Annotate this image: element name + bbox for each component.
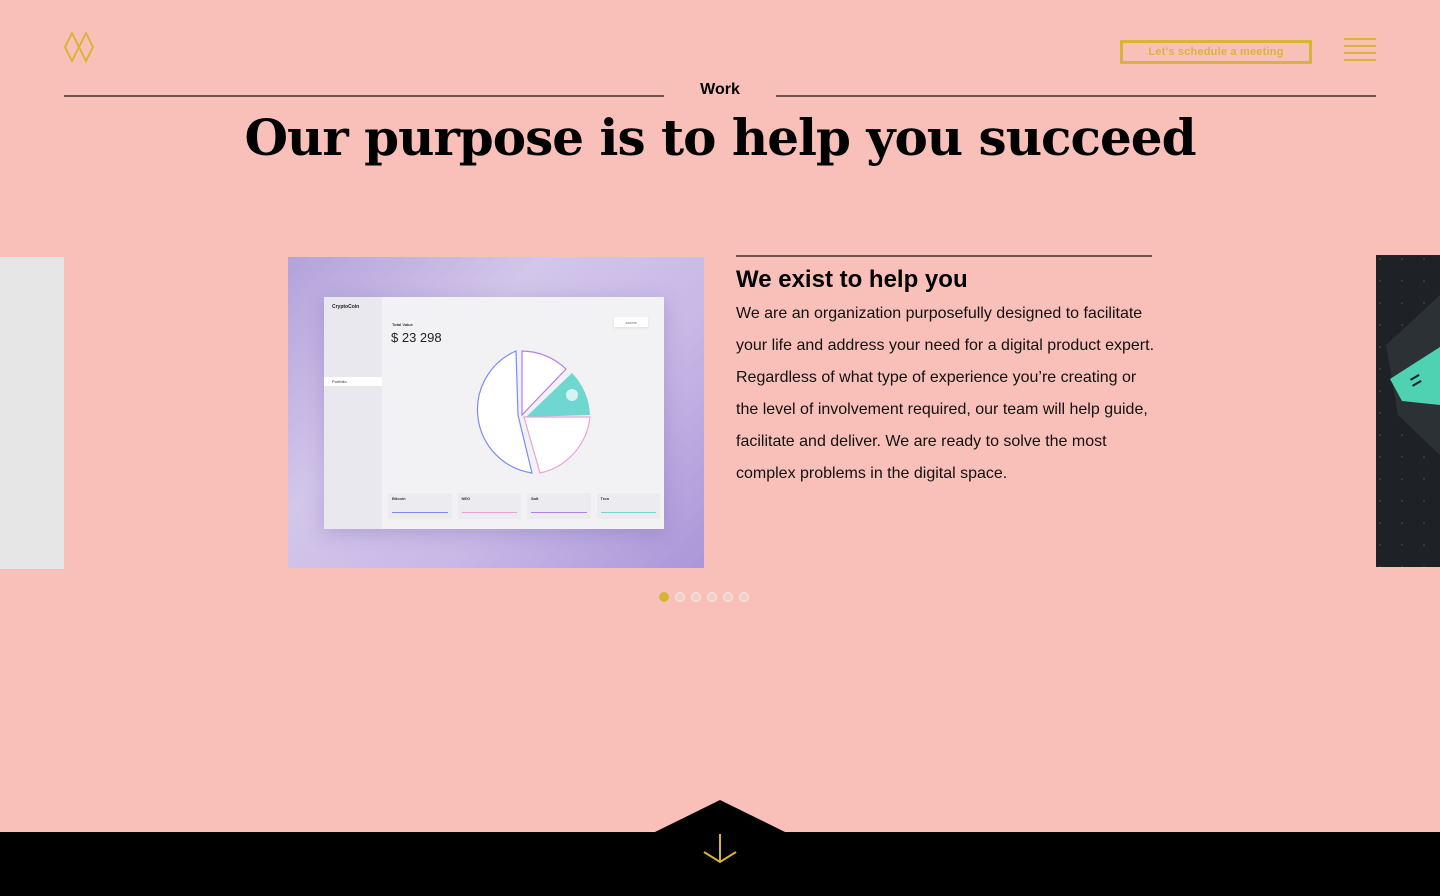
total-value-label: Total Value (392, 322, 413, 327)
ticker-card: Tron (596, 493, 660, 519)
scroll-tab (655, 800, 785, 832)
carousel-dot[interactable] (707, 592, 717, 602)
app-nav-item: Portfolio (324, 377, 382, 386)
carousel-dot[interactable] (739, 592, 749, 602)
project-title: We exist to help you (736, 266, 968, 293)
page-title: Our purpose is to help you succeed (244, 108, 1196, 167)
assets-select: assets (614, 317, 648, 327)
carousel-dot[interactable] (675, 592, 685, 602)
description-divider (736, 255, 1152, 257)
app-sidebar: CryptoCoin Portfolio (324, 297, 382, 529)
hamburger-menu-icon[interactable] (1344, 38, 1376, 66)
carousel-pagination (659, 592, 749, 602)
arrow-down-icon[interactable] (702, 832, 738, 866)
project-description: We are an organization purposefully desi… (736, 305, 1155, 482)
carousel-dot[interactable] (691, 592, 701, 602)
carousel-dot[interactable] (659, 592, 669, 602)
divider-left (64, 95, 664, 97)
project-screenshot: CryptoCoin Portfolio Total Value $ 23 29… (288, 257, 704, 568)
carousel-dot[interactable] (723, 592, 733, 602)
section-label: Work (700, 81, 740, 98)
next-slide-card[interactable] (1376, 255, 1440, 567)
schedule-meeting-button[interactable]: Let's schedule a meeting (1120, 40, 1312, 64)
logo-icon[interactable] (64, 32, 94, 64)
ticker-row: Bitcoin NEO Salt Tron (388, 493, 660, 519)
app-mockup: CryptoCoin Portfolio Total Value $ 23 29… (324, 297, 664, 529)
previous-slide-card[interactable] (0, 257, 64, 569)
ticker-card: NEO (457, 493, 521, 519)
ticker-card: Salt (527, 493, 591, 519)
ticker-card: Bitcoin (388, 493, 452, 519)
divider-right (776, 95, 1376, 97)
phone-mockup-graphic (1376, 255, 1440, 567)
pie-chart-graphic (476, 350, 591, 474)
app-brand: CryptoCoin (332, 304, 360, 310)
total-value: $ 23 298 (391, 330, 442, 345)
